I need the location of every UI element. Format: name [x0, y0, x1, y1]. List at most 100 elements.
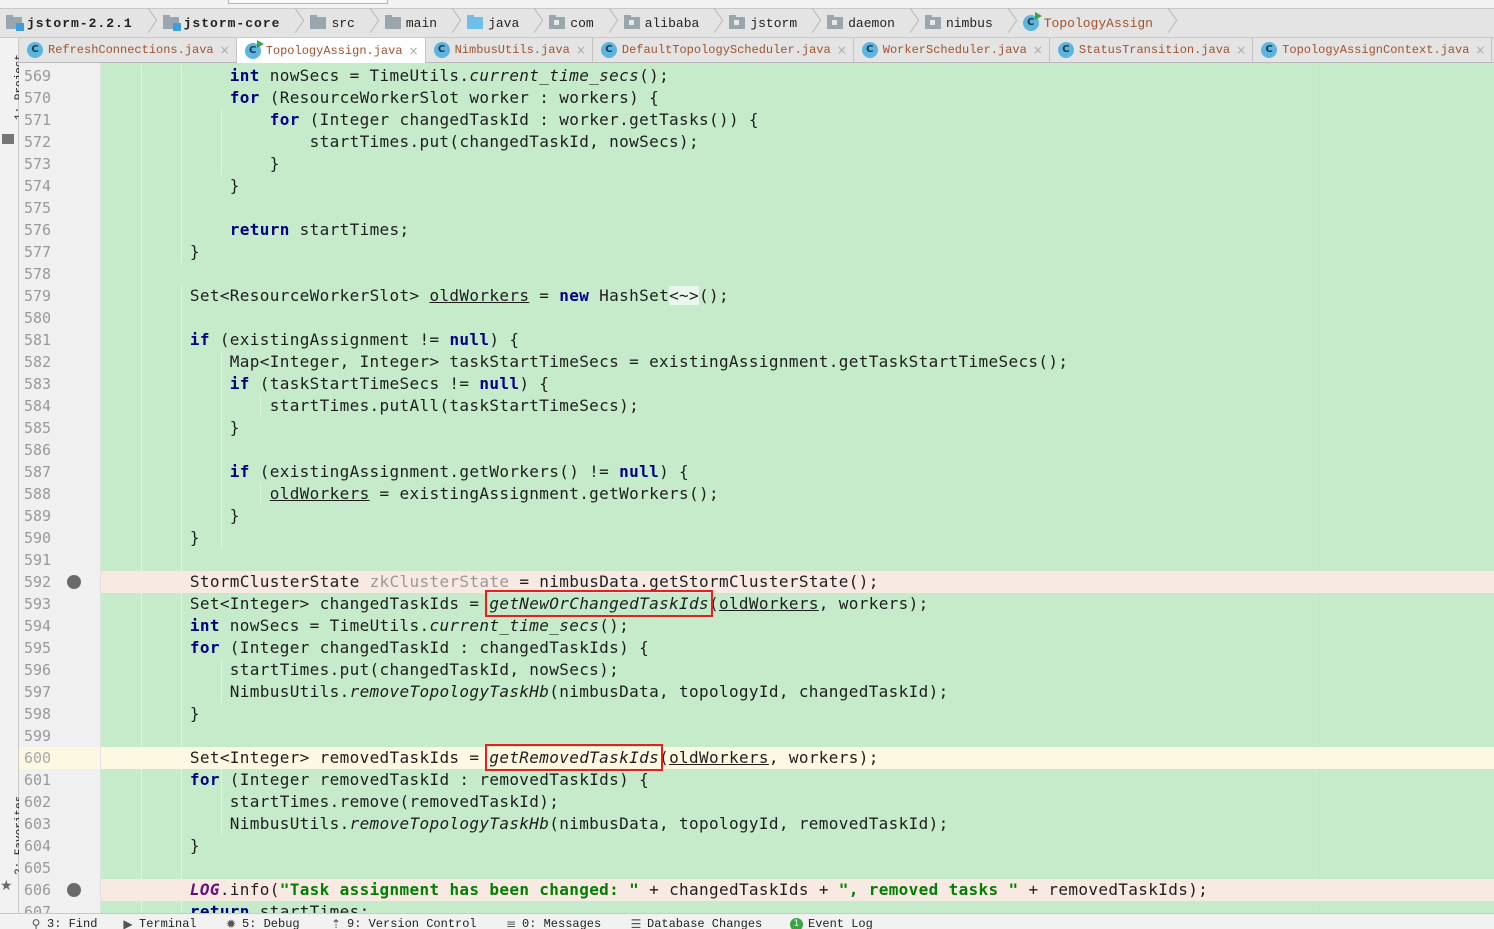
- code-line[interactable]: [101, 725, 1494, 747]
- code-line[interactable]: Set<ResourceWorkerSlot> oldWorkers = new…: [101, 285, 1494, 307]
- line-number[interactable]: 572: [19, 131, 100, 153]
- code-line[interactable]: int nowSecs = TimeUtils.current_time_sec…: [101, 65, 1494, 87]
- line-number[interactable]: 582: [19, 351, 100, 373]
- line-number[interactable]: 597: [19, 681, 100, 703]
- breadcrumb-item-java[interactable]: java: [461, 9, 543, 37]
- tab-topology-assign-context[interactable]: C TopologyAssignContext.java ×: [1253, 38, 1493, 62]
- breadcrumb-item-jstorm-2-2-1[interactable]: jstorm-2.2.1: [0, 9, 157, 37]
- line-number[interactable]: 581: [19, 329, 100, 351]
- code-line[interactable]: LOG.info("Task assignment has been chang…: [101, 879, 1494, 901]
- code-line[interactable]: if (existingAssignment.getWorkers() != n…: [101, 461, 1494, 483]
- code-line[interactable]: oldWorkers = existingAssignment.getWorke…: [101, 483, 1494, 505]
- line-number[interactable]: 579: [19, 285, 100, 307]
- code-line[interactable]: }: [101, 175, 1494, 197]
- code-line[interactable]: }: [101, 505, 1494, 527]
- line-number[interactable]: 570: [19, 87, 100, 109]
- close-icon[interactable]: ×: [576, 43, 586, 57]
- code-line[interactable]: }: [101, 835, 1494, 857]
- breakpoint-icon[interactable]: [67, 883, 81, 897]
- breadcrumb-item-topologyassign[interactable]: C TopologyAssign: [1017, 9, 1177, 37]
- tool-button-find[interactable]: ⚲ 3: Find: [30, 917, 98, 929]
- code-line[interactable]: int nowSecs = TimeUtils.current_time_sec…: [101, 615, 1494, 637]
- tool-button-version-control[interactable]: ⇡ 9: Version Control: [330, 917, 477, 929]
- code-line[interactable]: startTimes.remove(removedTaskId);: [101, 791, 1494, 813]
- code-line[interactable]: }: [101, 417, 1494, 439]
- close-icon[interactable]: ×: [220, 43, 230, 57]
- project-tool-button[interactable]: 1: Project: [0, 48, 26, 144]
- tool-button-database-changes[interactable]: ☰ Database Changes: [630, 917, 763, 929]
- line-number[interactable]: 605: [19, 857, 100, 879]
- line-number[interactable]: 598: [19, 703, 100, 725]
- toolbar-run-config[interactable]: [228, 0, 388, 4]
- tab-nimbus-utils[interactable]: C NimbusUtils.java ×: [426, 38, 593, 62]
- editor-gutter[interactable]: 569 570 571 572 573 574 575 576 577 578 579 580 581 5…: [19, 63, 101, 913]
- breadcrumb-item-com[interactable]: com: [543, 9, 617, 37]
- breadcrumb-item-src[interactable]: src: [304, 9, 378, 37]
- code-line[interactable]: if (existingAssignment != null) {: [101, 329, 1494, 351]
- line-number[interactable]: 577: [19, 241, 100, 263]
- code-line[interactable]: Set<Integer> changedTaskIds = getNewOrCh…: [101, 590, 1494, 617]
- code-line[interactable]: NimbusUtils.removeTopologyTaskHb(nimbusD…: [101, 813, 1494, 835]
- line-number[interactable]: 607: [19, 901, 100, 913]
- code-line[interactable]: return startTimes;: [101, 219, 1494, 241]
- code-line[interactable]: startTimes.putAll(taskStartTimeSecs);: [101, 395, 1494, 417]
- line-number[interactable]: 602: [19, 791, 100, 813]
- code-line[interactable]: StormClusterState zkClusterState = nimbu…: [101, 571, 1494, 593]
- line-number[interactable]: 589: [19, 505, 100, 527]
- tool-button-messages[interactable]: ≡ 0: Messages: [505, 917, 601, 929]
- close-icon[interactable]: ×: [1033, 43, 1043, 57]
- line-number[interactable]: 574: [19, 175, 100, 197]
- code-editor[interactable]: int nowSecs = TimeUtils.current_time_sec…: [101, 63, 1494, 913]
- close-icon[interactable]: ×: [837, 43, 847, 57]
- tab-status-transition[interactable]: C StatusTransition.java ×: [1050, 38, 1254, 62]
- tab-worker-scheduler[interactable]: C WorkerScheduler.java ×: [854, 38, 1050, 62]
- line-number[interactable]: 596: [19, 659, 100, 681]
- line-number[interactable]: 590: [19, 527, 100, 549]
- line-number[interactable]: 586: [19, 439, 100, 461]
- code-line[interactable]: [101, 263, 1494, 285]
- breadcrumb-item-daemon[interactable]: daemon: [821, 9, 919, 37]
- line-number[interactable]: 599: [19, 725, 100, 747]
- code-line[interactable]: [101, 307, 1494, 329]
- favorites-tool-button[interactable]: 2: Favorites ★: [0, 790, 26, 894]
- code-line[interactable]: [101, 857, 1494, 879]
- tool-button-debug[interactable]: ✹ 5: Debug: [225, 917, 300, 929]
- code-line[interactable]: for (Integer changedTaskId : worker.getT…: [101, 109, 1494, 131]
- line-number[interactable]: 569: [19, 65, 100, 87]
- close-icon[interactable]: ×: [1475, 43, 1485, 57]
- code-line[interactable]: Map<Integer, Integer> taskStartTimeSecs …: [101, 351, 1494, 373]
- code-line[interactable]: }: [101, 703, 1494, 725]
- tab-default-topology-scheduler[interactable]: C DefaultTopologyScheduler.java ×: [593, 38, 854, 62]
- line-number[interactable]: 591: [19, 549, 100, 571]
- breadcrumb-item-alibaba[interactable]: alibaba: [618, 9, 724, 37]
- line-number[interactable]: 600: [19, 747, 100, 769]
- line-number[interactable]: 571: [19, 109, 100, 131]
- line-number[interactable]: 588: [19, 483, 100, 505]
- line-number[interactable]: 593: [19, 593, 100, 615]
- code-line[interactable]: }: [101, 527, 1494, 549]
- line-number[interactable]: 585: [19, 417, 100, 439]
- line-number[interactable]: 601: [19, 769, 100, 791]
- breadcrumb-item-main[interactable]: main: [379, 9, 461, 37]
- tab-refresh-connections[interactable]: C RefreshConnections.java ×: [19, 38, 237, 62]
- close-icon[interactable]: ×: [409, 44, 419, 58]
- code-line[interactable]: for (ResourceWorkerSlot worker : workers…: [101, 87, 1494, 109]
- breadcrumb-item-jstorm[interactable]: jstorm: [723, 9, 821, 37]
- breakpoint-icon[interactable]: [67, 575, 81, 589]
- code-line[interactable]: startTimes.put(changedTaskId, nowSecs);: [101, 659, 1494, 681]
- line-number[interactable]: 580: [19, 307, 100, 329]
- close-icon[interactable]: ×: [1236, 43, 1246, 57]
- line-number[interactable]: 573: [19, 153, 100, 175]
- line-number[interactable]: 583: [19, 373, 100, 395]
- code-line[interactable]: }: [101, 241, 1494, 263]
- line-number[interactable]: 603: [19, 813, 100, 835]
- line-number[interactable]: 584: [19, 395, 100, 417]
- tool-button-terminal[interactable]: ▶ Terminal: [122, 917, 196, 929]
- line-number[interactable]: 594: [19, 615, 100, 637]
- tab-topology-assign[interactable]: C TopologyAssign.java ×: [236, 38, 426, 63]
- line-number[interactable]: 606: [19, 879, 100, 901]
- code-line[interactable]: if (taskStartTimeSecs != null) {: [101, 373, 1494, 395]
- line-number[interactable]: 587: [19, 461, 100, 483]
- breadcrumb-item-nimbus[interactable]: nimbus: [919, 9, 1017, 37]
- line-number[interactable]: 595: [19, 637, 100, 659]
